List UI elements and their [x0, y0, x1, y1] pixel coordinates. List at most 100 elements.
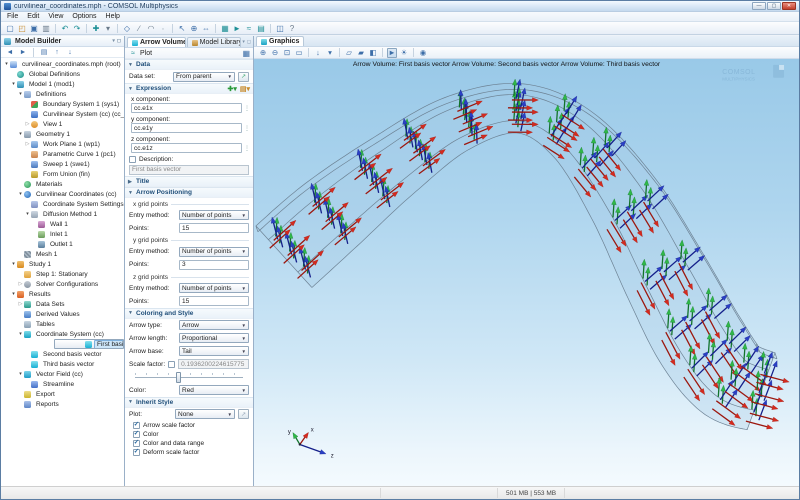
print-icon[interactable]: ▥	[41, 23, 51, 34]
tree-node-coordinate-system-cc[interactable]: ▾ Coordinate System (cc)	[1, 329, 124, 339]
inherit-plot-select[interactable]: None ▼	[175, 409, 235, 419]
tree-node-boundary-system-1-sys1[interactable]: Boundary System 1 (sys1)	[1, 99, 124, 109]
inherit-go-button[interactable]: ↗	[238, 409, 249, 419]
slider-thumb[interactable]	[176, 371, 182, 383]
maximize-button[interactable]: ▢	[767, 2, 781, 10]
section-inherit-style[interactable]: ▼ Inherit Style	[125, 396, 253, 408]
color-checkbox[interactable]: ✓	[133, 430, 140, 438]
go-to-default-view-icon[interactable]: ↓	[313, 48, 323, 58]
tree-node-model-1-mod1[interactable]: ▾ Model 1 (mod1)	[1, 79, 124, 89]
tree-expander-icon[interactable]: ▾	[17, 331, 24, 337]
tree-node-view-1[interactable]: ▷ View 1	[1, 119, 124, 129]
section-arrow-positioning[interactable]: ▼ Arrow Positioning	[125, 187, 253, 198]
arrow-scale-factor-checkbox[interactable]: ✓	[133, 421, 140, 429]
replace-expression-icon[interactable]: ▤▾	[240, 85, 250, 93]
menu-view[interactable]: View	[48, 13, 63, 20]
tree-node-inlet-1[interactable]: Inlet 1	[1, 229, 124, 239]
z-entry-method-select[interactable]: Number of points ▼	[179, 283, 249, 293]
scale-factor-checkbox[interactable]	[168, 360, 176, 368]
panel-menu-icon[interactable]: ▾	[242, 39, 245, 45]
x-points-field[interactable]: 15	[179, 223, 249, 233]
plot-button-right[interactable]: ▦	[242, 49, 250, 58]
minimize-button[interactable]: —	[752, 2, 766, 10]
view-xy-icon[interactable]: ▱	[344, 48, 354, 58]
dataset-select[interactable]: From parent ▼	[173, 71, 235, 82]
tree-node-work-plane-1-wp1[interactable]: ▷ Work Plane 1 (wp1)	[1, 139, 124, 149]
tree-node-data-sets[interactable]: ▷ Data Sets	[1, 299, 124, 309]
tree-node-study-1[interactable]: ▾ Study 1	[1, 259, 124, 269]
tree-expander-icon[interactable]: ▾	[17, 371, 24, 377]
draw-point-icon[interactable]: ∙	[158, 23, 168, 34]
plot-flag-icon[interactable]: ►	[387, 47, 397, 58]
x-component-field[interactable]: cc.e1x	[131, 103, 242, 113]
tree-node-coordinate-system-settings-1[interactable]: Coordinate System Settings 1	[1, 199, 124, 209]
tree-node-sweep-1-swe1[interactable]: Sweep 1 (swe1)	[1, 159, 124, 169]
tree-node-outlet-1[interactable]: Outlet 1	[1, 239, 124, 249]
tree-node-form-union-fin[interactable]: Form Union (fin)	[1, 169, 124, 179]
tree-node-materials[interactable]: Materials	[1, 179, 124, 189]
back-icon[interactable]: ◄	[5, 48, 15, 57]
menu-help[interactable]: Help	[106, 13, 120, 20]
z-component-field[interactable]: cc.e1z	[131, 143, 242, 153]
scale-factor-slider[interactable]	[135, 371, 243, 383]
tree-node-definitions[interactable]: ▾ Definitions	[1, 89, 124, 99]
color-and-data-range-checkbox[interactable]: ✓	[133, 439, 140, 447]
section-data[interactable]: ▼ Data	[125, 59, 253, 70]
mesh-icon[interactable]: ▦	[220, 23, 230, 34]
menu-file[interactable]: File	[7, 13, 18, 20]
range-button[interactable]: ⋮	[244, 125, 250, 132]
tree-node-reports[interactable]: Reports	[1, 399, 124, 409]
tree-expander-icon[interactable]: ▾	[17, 91, 24, 97]
view-dropdown-icon[interactable]: ▾	[325, 48, 335, 58]
tab-model-library[interactable]: Model Library	[186, 37, 242, 47]
zoom-out-icon[interactable]: ⊖	[270, 48, 280, 58]
title-bar[interactable]: curvilinear_coordinates.mph - COMSOL Mul…	[1, 1, 799, 12]
add-expression-icon[interactable]: ✚▾	[227, 85, 236, 93]
panel-menu-icon[interactable]: ▾	[112, 38, 115, 44]
section-coloring[interactable]: ▼ Coloring and Style	[125, 307, 253, 319]
section-expression[interactable]: ▼ Expression ✚▾ ▤▾	[125, 83, 253, 94]
tree-node-vector-field-cc[interactable]: ▾ Vector Field (cc)	[1, 369, 124, 379]
zoom-box-icon[interactable]: ▭	[294, 48, 304, 58]
tree-node-curvilinear-coordinates-cc[interactable]: ▾ Curvilinear Coordinates (cc)	[1, 189, 124, 199]
tree-node-derived-values[interactable]: Derived Values	[1, 309, 124, 319]
tree-node-geometry-1[interactable]: ▾ Geometry 1	[1, 129, 124, 139]
tree-expander-icon[interactable]: ▷	[24, 121, 31, 127]
range-button[interactable]: ⋮	[244, 105, 250, 112]
tree-expander-icon[interactable]: ▾	[24, 211, 31, 217]
y-points-field[interactable]: 3	[179, 259, 249, 270]
plot-button[interactable]: Plot	[140, 50, 152, 57]
tree-node-diffusion-method-1[interactable]: ▾ Diffusion Method 1	[1, 209, 124, 219]
x-entry-method-select[interactable]: Number of points ▼	[179, 210, 249, 220]
z-points-field[interactable]: 15	[179, 296, 249, 306]
tree-expander-icon[interactable]: ▷	[17, 281, 24, 287]
description-checkbox[interactable]	[129, 156, 136, 163]
tree-node-step-1-stationary[interactable]: Step 1: Stationary	[1, 269, 124, 279]
scale-factor-field[interactable]: 0.1936200224615775	[178, 359, 249, 369]
snapshot-icon[interactable]: ◉	[418, 48, 428, 58]
move-up-icon[interactable]: ↑	[52, 48, 62, 57]
description-field[interactable]: First basis vector	[129, 164, 249, 175]
select-icon[interactable]: ↖	[177, 23, 187, 34]
redo-icon[interactable]: ↷	[72, 23, 82, 34]
tree-expander-icon[interactable]: ▾	[17, 131, 24, 137]
windows-icon[interactable]: ◫	[275, 23, 285, 34]
save-file-icon[interactable]: ▣	[29, 23, 39, 34]
tree-node-solver-configurations[interactable]: ▷ Solver Configurations	[1, 279, 124, 289]
tree-node-third-basis-vector[interactable]: Third basis vector	[1, 359, 124, 369]
zoom-tool-icon[interactable]: ⊕	[189, 23, 199, 34]
help-icon[interactable]: ?	[287, 23, 297, 34]
tree-expander-icon[interactable]: ▾	[10, 81, 17, 87]
color-select[interactable]: Red ▼	[179, 385, 249, 395]
menu-options[interactable]: Options	[72, 13, 96, 20]
node-dropdown-icon[interactable]: ▾	[103, 23, 113, 34]
tab-arrow-volume[interactable]: Arrow Volume	[127, 37, 186, 47]
tree-node-tables[interactable]: Tables	[1, 319, 124, 329]
tree-node-parametric-curve-1-pc1[interactable]: Parametric Curve 1 (pc1)	[1, 149, 124, 159]
range-button[interactable]: ⋮	[244, 145, 250, 152]
geometry-icon[interactable]: ◇	[122, 23, 132, 34]
open-file-icon[interactable]: ◰	[17, 23, 27, 34]
go-to-source-button[interactable]: ↗	[238, 71, 249, 82]
zoom-in-icon[interactable]: ⊕	[258, 48, 268, 58]
tree-node-curvilinear-coordinates-mph-root[interactable]: ▾ curvilinear_coordinates.mph (root)	[1, 59, 124, 69]
